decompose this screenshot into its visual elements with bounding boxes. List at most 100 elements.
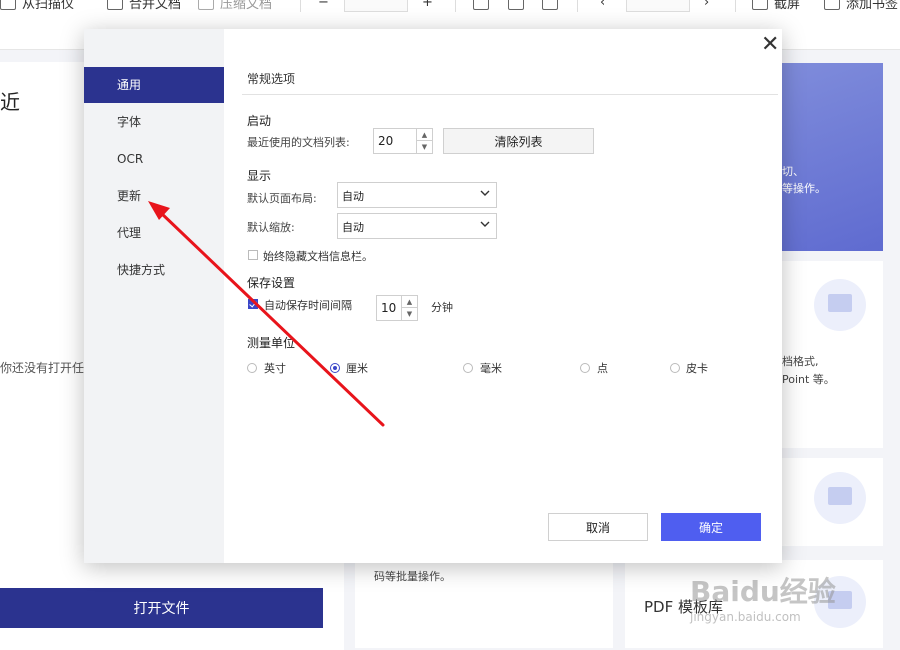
startup-heading: 启动 bbox=[247, 114, 272, 128]
no-file-text: 你还没有打开任 bbox=[0, 361, 85, 375]
unit-label-point: 点 bbox=[597, 362, 608, 375]
zoom-in-button[interactable]: + bbox=[422, 0, 433, 12]
prev-page-button[interactable]: ‹ bbox=[600, 0, 605, 12]
open-file-button[interactable]: 打开文件 bbox=[0, 588, 323, 628]
fit-page-icon bbox=[508, 0, 524, 10]
chevron-down-icon bbox=[480, 190, 490, 196]
page-layout-value: 自动 bbox=[342, 190, 364, 203]
card-text: Point 等。 bbox=[782, 373, 835, 386]
sidebar-item-shortcuts[interactable]: 快捷方式 bbox=[84, 252, 224, 288]
rotate-icon bbox=[542, 0, 558, 10]
clear-list-button[interactable]: 清除列表 bbox=[443, 128, 594, 154]
screenshot-tool[interactable]: 截屏 bbox=[752, 0, 800, 12]
unit-label-cm: 厘米 bbox=[346, 362, 368, 375]
chevron-right-icon: › bbox=[704, 0, 710, 10]
recent-title: 近 bbox=[0, 90, 20, 114]
zoom-out-button[interactable]: − bbox=[318, 0, 329, 12]
unit-radio-point[interactable] bbox=[580, 363, 590, 373]
plus-icon: + bbox=[422, 0, 433, 10]
page-layout-select[interactable]: 自动 bbox=[337, 182, 497, 208]
zoom-value: 自动 bbox=[342, 221, 364, 234]
fit-width-icon bbox=[473, 0, 489, 10]
scanner-icon bbox=[0, 0, 16, 10]
sidebar-item-update[interactable]: 更新 bbox=[84, 178, 224, 214]
close-icon[interactable]: ✕ bbox=[761, 34, 779, 56]
unit-radio-mm[interactable] bbox=[463, 363, 473, 373]
feature-card-edit[interactable]: 切、 等操作。 bbox=[782, 63, 883, 251]
autosave-unit: 分钟 bbox=[431, 301, 453, 314]
ok-button[interactable]: 确定 bbox=[661, 513, 761, 541]
unit-radio-inch[interactable] bbox=[247, 363, 257, 373]
chevron-left-icon: ‹ bbox=[600, 0, 606, 10]
chevron-up-icon[interactable]: ▲ bbox=[401, 296, 417, 308]
add-bookmark-tool[interactable]: 添加书签 bbox=[824, 0, 898, 12]
screenshot-label: 截屏 bbox=[774, 0, 801, 12]
section-divider bbox=[242, 94, 778, 95]
section-title: 常规选项 bbox=[247, 72, 296, 86]
sidebar-item-ocr[interactable]: OCR bbox=[84, 141, 224, 177]
card-text: 切、 bbox=[782, 165, 804, 178]
toolbar-divider bbox=[300, 0, 301, 12]
hide-info-bar-checkbox[interactable] bbox=[248, 250, 258, 260]
preferences-dialog: 通用 字体 OCR 更新 代理 快捷方式 ✕ 常规选项 启动 最近使用的文档列表… bbox=[84, 29, 782, 563]
chevron-down-icon[interactable]: ▼ bbox=[416, 141, 432, 153]
autosave-stepper[interactable]: 10 ▲ ▼ bbox=[376, 295, 418, 321]
toolbar-divider bbox=[455, 0, 456, 12]
convert-icon bbox=[814, 279, 866, 331]
autosave-label: 自动保存时间间隔 bbox=[264, 299, 352, 312]
unit-label-mm: 毫米 bbox=[480, 362, 502, 375]
recent-list-value: 20 bbox=[378, 134, 394, 148]
autosave-value: 10 bbox=[381, 301, 397, 315]
compress-label: 压缩文档 bbox=[220, 0, 273, 12]
unit-radio-pica[interactable] bbox=[670, 363, 680, 373]
merge-icon bbox=[107, 0, 123, 10]
recent-list-label: 最近使用的文档列表: bbox=[247, 136, 350, 149]
autosave-checkbox[interactable] bbox=[248, 299, 258, 309]
preferences-sidebar: 通用 字体 OCR 更新 代理 快捷方式 bbox=[84, 29, 224, 563]
fit-page-button[interactable] bbox=[508, 0, 524, 12]
units-heading: 测量单位 bbox=[247, 336, 296, 350]
unit-radio-cm[interactable] bbox=[330, 363, 340, 373]
feature-card-batch-ops[interactable]: 码等批量操作。 bbox=[355, 560, 613, 648]
sidebar-item-fonts[interactable]: 字体 bbox=[84, 104, 224, 140]
watermark: Baidu经验 bbox=[690, 575, 836, 608]
hide-info-bar-label: 始终隐藏文档信息栏。 bbox=[263, 250, 373, 263]
chevron-up-icon[interactable]: ▲ bbox=[416, 129, 432, 141]
save-heading: 保存设置 bbox=[247, 276, 296, 290]
minus-icon: − bbox=[318, 0, 329, 10]
batch-icon bbox=[814, 472, 866, 524]
card-text: 码等批量操作。 bbox=[374, 570, 451, 583]
merge-label: 合并文档 bbox=[129, 0, 182, 12]
bookmark-icon bbox=[824, 0, 840, 10]
sidebar-item-general[interactable]: 通用 bbox=[84, 67, 224, 103]
bookmark-label: 添加书签 bbox=[846, 0, 899, 12]
scan-tool[interactable]: 从扫描仪 bbox=[0, 0, 74, 12]
compress-tool[interactable]: 压缩文档 bbox=[198, 0, 272, 12]
chevron-down-icon bbox=[480, 221, 490, 227]
zoom-select-field[interactable]: 自动 bbox=[337, 213, 497, 239]
cancel-button[interactable]: 取消 bbox=[548, 513, 648, 541]
unit-label-pica: 皮卡 bbox=[686, 362, 708, 375]
scan-label: 从扫描仪 bbox=[22, 0, 75, 12]
toolbar-divider bbox=[577, 0, 578, 12]
sidebar-item-proxy[interactable]: 代理 bbox=[84, 215, 224, 251]
page-layout-label: 默认页面布局: bbox=[247, 192, 317, 205]
next-page-button[interactable]: › bbox=[704, 0, 709, 12]
chevron-down-icon[interactable]: ▼ bbox=[401, 308, 417, 320]
watermark-url: jingyan.baidu.com bbox=[690, 610, 801, 624]
zoom-label: 默认缩放: bbox=[247, 221, 295, 234]
card-text: 等操作。 bbox=[782, 182, 826, 195]
card-text: 档格式, bbox=[782, 355, 819, 368]
compress-icon bbox=[198, 0, 214, 10]
feature-card-batch[interactable] bbox=[782, 458, 883, 546]
feature-card-convert[interactable]: 档格式, Point 等。 bbox=[782, 261, 883, 448]
page-number-input[interactable] bbox=[626, 0, 690, 12]
zoom-select[interactable] bbox=[344, 0, 408, 12]
fit-width-button[interactable] bbox=[473, 0, 489, 12]
display-heading: 显示 bbox=[247, 169, 272, 183]
merge-tool[interactable]: 合并文档 bbox=[107, 0, 181, 12]
unit-label-inch: 英寸 bbox=[264, 362, 286, 375]
rotate-button[interactable] bbox=[542, 0, 558, 12]
recent-list-stepper[interactable]: 20 ▲ ▼ bbox=[373, 128, 433, 154]
camera-icon bbox=[752, 0, 768, 10]
